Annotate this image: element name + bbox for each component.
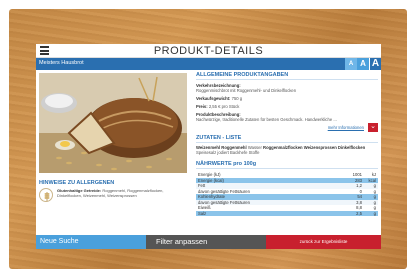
description-value: Nachwürzige, traditionelle Zutaten für b… bbox=[196, 117, 337, 122]
product-bar: Meisters Hausbrot A A A bbox=[36, 58, 381, 70]
general-heading: ALLGEMEINE PRODUKTANGABEN bbox=[196, 70, 378, 80]
allergen-heading: HINWEISE ZU ALLERGENEN bbox=[39, 180, 115, 186]
back-to-results-button[interactable]: zurück zur Ergebnisliste bbox=[266, 235, 381, 249]
product-name: Meisters Hausbrot bbox=[39, 60, 84, 66]
ingredients-list: Weizenmehl Roggenmehl Wasser Roggenmalzf… bbox=[196, 145, 378, 155]
ingredient: Dinkelflocken bbox=[337, 145, 366, 150]
title-bar: PRODUKT-DETAILS bbox=[36, 44, 381, 58]
kiosk-screen: PRODUKT-DETAILS Meisters Hausbrot A A A bbox=[36, 44, 381, 249]
font-size-large-button[interactable]: A bbox=[369, 58, 381, 70]
ingredient: Weizensprossen bbox=[303, 145, 337, 150]
ingredient: Speisesalz jodiert bbox=[196, 150, 229, 155]
chevron-down-icon[interactable]: ⌄ bbox=[368, 123, 378, 132]
page-title: PRODUKT-DETAILS bbox=[153, 45, 264, 57]
price-row: Preis: 2,55 € pro Stück bbox=[196, 104, 378, 109]
left-column: HINWEISE ZU ALLERGENEN Glutenhaltige Get… bbox=[36, 70, 191, 235]
nutrition-value: 1001 bbox=[352, 172, 362, 177]
nutrition-value: 2,5 bbox=[350, 210, 364, 216]
right-column: ALLGEMEINE PRODUKTANGABEN Verkehrsbezeic… bbox=[196, 70, 378, 235]
product-photo bbox=[39, 73, 187, 173]
font-size-medium-button[interactable]: A bbox=[357, 58, 369, 70]
ingredient: Backhefe bbox=[230, 150, 248, 155]
ingredient: Stoffe bbox=[248, 150, 260, 155]
more-info-link[interactable]: mehr Informationen bbox=[328, 125, 364, 130]
designation-value: Roggenmischbrot mit Roggenmehl- und Dink… bbox=[196, 88, 297, 93]
more-info-row: mehr Informationen ⌄ bbox=[196, 123, 378, 133]
allergen-info: Glutenhaltige Getreide: Roggenmehl, Rogg… bbox=[39, 188, 189, 202]
nutrition-unit: g bbox=[364, 210, 378, 216]
bottom-bar: Neue Suche Filter anpassen zurück zur Er… bbox=[36, 235, 381, 249]
price-value: 2,55 € pro Stück bbox=[208, 104, 240, 109]
ingredients-heading: ZUTATEN - LISTE bbox=[196, 133, 378, 143]
nutrition-name: Salz bbox=[196, 210, 350, 216]
wheat-icon bbox=[39, 188, 53, 202]
weight-value: 750 g bbox=[231, 96, 243, 101]
filter-button[interactable]: Filter anpassen bbox=[146, 235, 266, 249]
allergen-text: Glutenhaltige Getreide: Roggenmehl, Rogg… bbox=[57, 188, 189, 202]
font-size-controls: A A A bbox=[345, 58, 381, 70]
price-label: Preis: bbox=[196, 104, 208, 109]
ingredient: Roggenmalzflocken bbox=[263, 145, 303, 150]
nutrition-row: Salz 2,5 g bbox=[196, 210, 378, 216]
weight-row: Verkaufsgewicht: 750 g bbox=[196, 96, 378, 101]
new-search-button[interactable]: Neue Suche bbox=[36, 235, 146, 249]
content-area: HINWEISE ZU ALLERGENEN Glutenhaltige Get… bbox=[36, 70, 381, 235]
nutrition-heading: NÄHRWERTE pro 100g bbox=[196, 159, 378, 169]
weight-label: Verkaufsgewicht: bbox=[196, 96, 231, 101]
font-size-small-button[interactable]: A bbox=[345, 58, 357, 70]
nutrition-table: Energie (kJ) 1001 kJ Energie (kcal) 283 kcal F… bbox=[196, 172, 378, 216]
